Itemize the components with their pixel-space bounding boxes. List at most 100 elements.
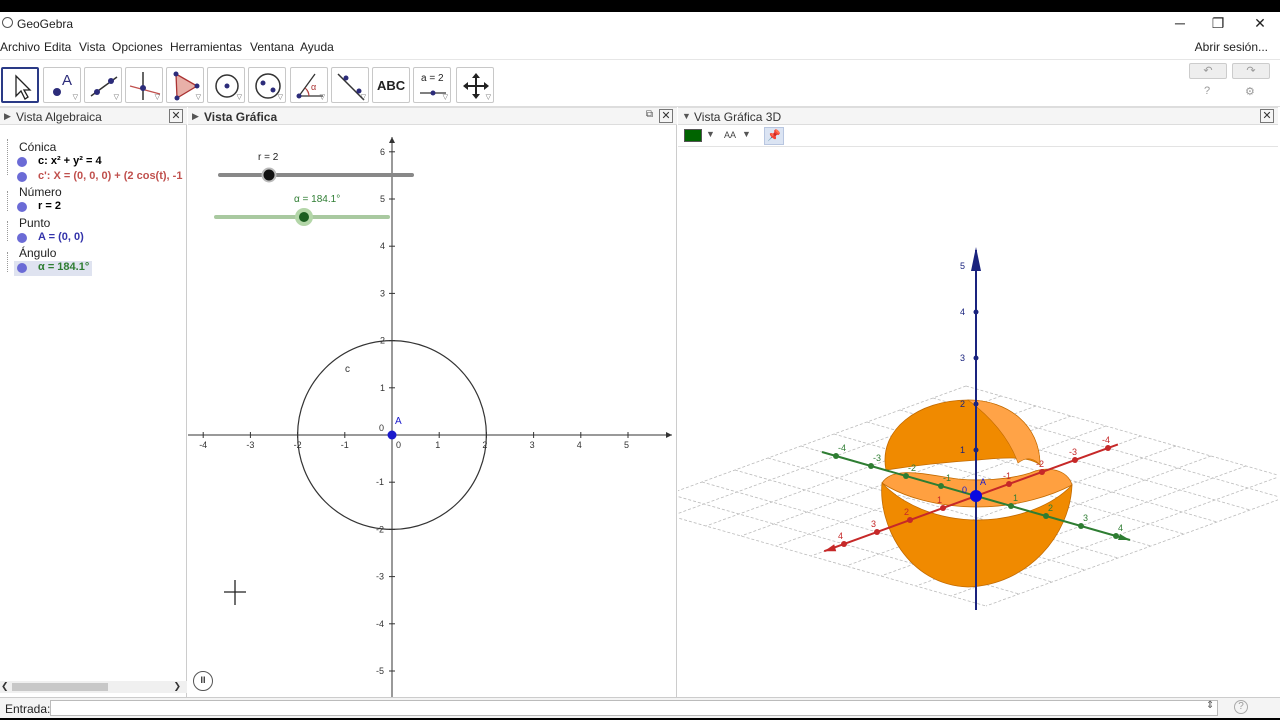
- menu-edita[interactable]: Edita: [44, 40, 71, 54]
- z-axis-tick: [973, 263, 979, 269]
- polygon-tool-button[interactable]: ▽: [166, 67, 204, 103]
- x-tick-label: 5: [624, 440, 629, 450]
- point-tool-button[interactable]: A ▽: [43, 67, 81, 103]
- y-axis-tick-label: -2: [908, 463, 916, 473]
- visibility-toggle[interactable]: [17, 202, 27, 212]
- category-angulo[interactable]: Ángulo: [19, 246, 56, 260]
- y-axis-tick: [938, 483, 944, 489]
- move-tool-button[interactable]: [1, 67, 39, 103]
- z-axis-tick-label: 1: [960, 445, 965, 455]
- dropdown-triangle-icon: ▽: [442, 94, 448, 101]
- slider-r-knob[interactable]: [261, 167, 277, 183]
- circle-tool-button[interactable]: ▽: [207, 67, 245, 103]
- y-axis-tick: [1008, 503, 1014, 509]
- collapse-triangle-icon[interactable]: ▶: [192, 111, 199, 122]
- x-tick-label: -4: [199, 440, 207, 450]
- input-history-spinner-icon[interactable]: ⇕: [1206, 700, 1214, 711]
- x-axis-arrow-icon: [824, 544, 837, 552]
- scroll-left-icon[interactable]: ❮: [1, 681, 9, 692]
- graphics-canvas[interactable]: -4 -3 -2 -1 0 1 2 3 4 56543210-1-2-3-4-5 c A r = …: [188, 125, 677, 697]
- y-axis-tick-label: -4: [838, 443, 846, 453]
- menu-ventana[interactable]: Ventana: [250, 40, 294, 54]
- scrollbar-thumb[interactable]: [12, 683, 108, 691]
- y-tick-label: 5: [380, 194, 385, 204]
- y-axis-arrow-icon: [389, 137, 395, 143]
- settings-gear-icon[interactable]: ⚙: [1245, 85, 1255, 98]
- category-conica[interactable]: Cónica: [19, 140, 56, 154]
- scroll-right-icon[interactable]: ❯: [173, 681, 181, 692]
- angle-tool-button[interactable]: α ▽: [290, 67, 328, 103]
- tree-connector: [7, 221, 8, 241]
- z-axis-tick: [973, 401, 979, 407]
- algebra-item-text: c': X = (0, 0, 0) + (2 cos(t), -1: [38, 170, 183, 182]
- close-window-button[interactable]: ✕: [1240, 14, 1280, 34]
- geogebra-window: GeoGebra ─ ❐ ✕ Archivo Edita Vista Opcio…: [0, 12, 1280, 718]
- point-A-3d-label: A: [980, 477, 986, 487]
- y-axis-tick-label: 4: [1118, 523, 1123, 533]
- x-axis-arrow-icon: [666, 432, 672, 438]
- category-numero[interactable]: Número: [19, 185, 62, 199]
- menu-herramientas[interactable]: Herramientas: [170, 40, 242, 54]
- collapse-triangle-icon[interactable]: ▼: [682, 111, 691, 121]
- text-tool-button[interactable]: ABC: [372, 67, 410, 103]
- horizontal-scrollbar[interactable]: ❮ ❯: [0, 681, 187, 693]
- graphics-view[interactable]: -4 -3 -2 -1 0 1 2 3 4 5 6 5 4 3 2 1 0 -1 -2 -3 -4 -5 c A r = …: [188, 125, 677, 697]
- line-tool-button[interactable]: ▽: [84, 67, 122, 103]
- x-axis-tick: [874, 529, 880, 535]
- point-tool-label: A: [62, 72, 73, 89]
- graphics-3d-view-title: Vista Gráfica 3D: [694, 110, 782, 124]
- x-axis-tick-label: -4: [1102, 435, 1110, 445]
- dropdown-triangle-icon: ▽: [195, 94, 201, 101]
- y-tick-label: -3: [376, 572, 384, 582]
- y-axis-arrow-icon: [1118, 534, 1130, 540]
- visibility-toggle[interactable]: [17, 157, 27, 167]
- menu-opciones[interactable]: Opciones: [112, 40, 163, 54]
- x-axis-tick: [1006, 481, 1012, 487]
- conic-tool-button[interactable]: ▽: [248, 67, 286, 103]
- menu-ayuda[interactable]: Ayuda: [300, 40, 334, 54]
- close-graphics-view-button[interactable]: ✕: [659, 109, 673, 123]
- title-bar: GeoGebra ─ ❐ ✕: [0, 12, 1280, 36]
- z-axis-tick-label: 3: [960, 353, 965, 363]
- category-punto[interactable]: Punto: [19, 216, 50, 230]
- help-icon[interactable]: ?: [1204, 85, 1210, 97]
- visibility-toggle[interactable]: [17, 233, 27, 243]
- y-axis-tick-label: 1: [1013, 493, 1018, 503]
- graphics-view-title: Vista Gráfica: [204, 110, 278, 124]
- collapse-triangle-icon[interactable]: ▶: [4, 111, 11, 122]
- z-axis-tick: [973, 447, 979, 453]
- point-A[interactable]: [387, 430, 397, 440]
- undo-button[interactable]: ↶: [1189, 63, 1227, 79]
- x-tick-label: -1: [341, 440, 349, 450]
- point-A-3d[interactable]: [970, 490, 982, 502]
- y-axis-tick: [1113, 533, 1119, 539]
- redo-button[interactable]: ↷: [1232, 63, 1270, 79]
- algebra-item-alpha[interactable]: α = 184.1°: [14, 261, 92, 276]
- 3d-canvas[interactable]: 4 3 2 1 -1 -2 -3 -4 -4 -3 -2 -1 1 2 3 4 5 4 3 2 1 A 0: [678, 125, 1278, 697]
- sign-in-link[interactable]: Abrir sesión...: [1195, 40, 1268, 54]
- detach-view-icon[interactable]: ⧉: [646, 109, 653, 120]
- reflect-tool-button[interactable]: ▽: [331, 67, 369, 103]
- slider-tool-button[interactable]: a = 2 ▽: [413, 67, 451, 103]
- graphics-3d-view[interactable]: ▼ AA ▼ 📌 4 3 2 1 -1 -2 -3 -4 -4 -3 -2 -1 1 2 3 4 5 4 3 2 1 A…: [678, 125, 1278, 697]
- dropdown-triangle-icon: ▽: [154, 94, 160, 101]
- close-algebra-view-button[interactable]: ✕: [169, 109, 183, 123]
- command-input[interactable]: [50, 700, 1218, 716]
- origin-label: 0: [962, 485, 967, 495]
- close-3d-view-button[interactable]: ✕: [1260, 109, 1274, 123]
- perpendicular-tool-button[interactable]: ▽: [125, 67, 163, 103]
- 3d-axes: 4 3 2 1 -1 -2 -3 -4 -4 -3 -2 -1 1 2 3 4 5 4 3 2 1: [821, 247, 1131, 610]
- visibility-toggle[interactable]: [17, 172, 27, 182]
- maximize-button[interactable]: ❐: [1198, 14, 1238, 34]
- minimize-button[interactable]: ─: [1160, 14, 1200, 34]
- menu-archivo[interactable]: Archivo: [0, 40, 40, 54]
- slider-alpha-knob[interactable]: [299, 212, 309, 222]
- visibility-toggle[interactable]: [17, 263, 27, 273]
- angle-tool-label: α: [311, 82, 317, 92]
- input-help-button[interactable]: ?: [1234, 700, 1248, 714]
- pause-animation-button[interactable]: II: [193, 671, 213, 691]
- x-axis-tick-label: -3: [1069, 447, 1077, 457]
- text-tool-label: ABC: [377, 78, 406, 93]
- menu-vista[interactable]: Vista: [79, 40, 105, 54]
- move-view-tool-button[interactable]: ▽: [456, 67, 494, 103]
